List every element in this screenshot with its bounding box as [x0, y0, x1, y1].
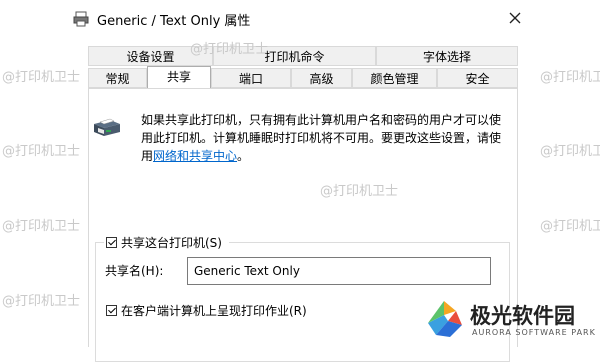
share-name-label: 共享名(H):	[105, 264, 164, 278]
watermark: @打印机卫士	[540, 144, 600, 159]
watermark: @打印机卫士	[320, 184, 399, 199]
aurora-logo-subtitle: AURORA SOFTWARE PARK	[472, 328, 596, 337]
printer-icon	[73, 11, 89, 27]
watermark: @打印机卫士	[2, 144, 81, 159]
sharing-description: 如果共享此打印机，只有拥有此计算机用户名和密码的用户才可以使 用此打印机。计算机…	[141, 111, 511, 165]
watermark: @打印机卫士	[2, 294, 81, 309]
render-jobs-checkbox[interactable]	[106, 305, 117, 316]
description-prefix: 用	[141, 149, 154, 163]
watermark: @打印机卫士	[190, 42, 269, 57]
share-checkbox[interactable]	[106, 237, 117, 248]
description-line-3: 用网络和共享中心。	[141, 147, 511, 165]
watermark: @打印机卫士	[540, 219, 600, 234]
tab-ports[interactable]: 端口	[211, 68, 291, 88]
description-line-1: 如果共享此打印机，只有拥有此计算机用户名和密码的用户才可以使	[141, 113, 502, 127]
watermark: @打印机卫士	[2, 70, 81, 85]
tab-security[interactable]: 安全	[437, 68, 518, 88]
network-sharing-center-link[interactable]: 网络和共享中心	[153, 149, 237, 163]
close-icon[interactable]	[505, 8, 525, 28]
watermark: @打印机卫士	[2, 219, 81, 234]
tab-advanced[interactable]: 高级	[291, 68, 352, 88]
share-checkbox-row[interactable]: 共享这台打印机(S)	[104, 234, 229, 250]
share-name-input[interactable]: Generic Text Only	[187, 257, 491, 285]
aurora-logo-name: 极光软件园	[470, 304, 575, 328]
tab-font-selection[interactable]: 字体选择	[376, 46, 518, 66]
description-suffix: 。	[237, 149, 250, 163]
window-title: Generic / Text Only 属性	[97, 14, 251, 29]
tab-sharing[interactable]: 共享	[147, 66, 211, 88]
description-line-2: 用此打印机。计算机睡眠时打印机将不可用。要更改这些设置，请使	[141, 131, 502, 145]
aurora-logo-icon	[428, 301, 462, 337]
tab-color-management[interactable]: 颜色管理	[352, 68, 437, 88]
tab-general[interactable]: 常规	[88, 68, 147, 88]
watermark: @打印机卫士	[540, 70, 600, 85]
printer-share-icon	[94, 118, 120, 136]
share-checkbox-label: 共享这台打印机(S)	[121, 236, 222, 250]
render-jobs-label: 在客户端计算机上呈现打印作业(R)	[121, 304, 307, 318]
